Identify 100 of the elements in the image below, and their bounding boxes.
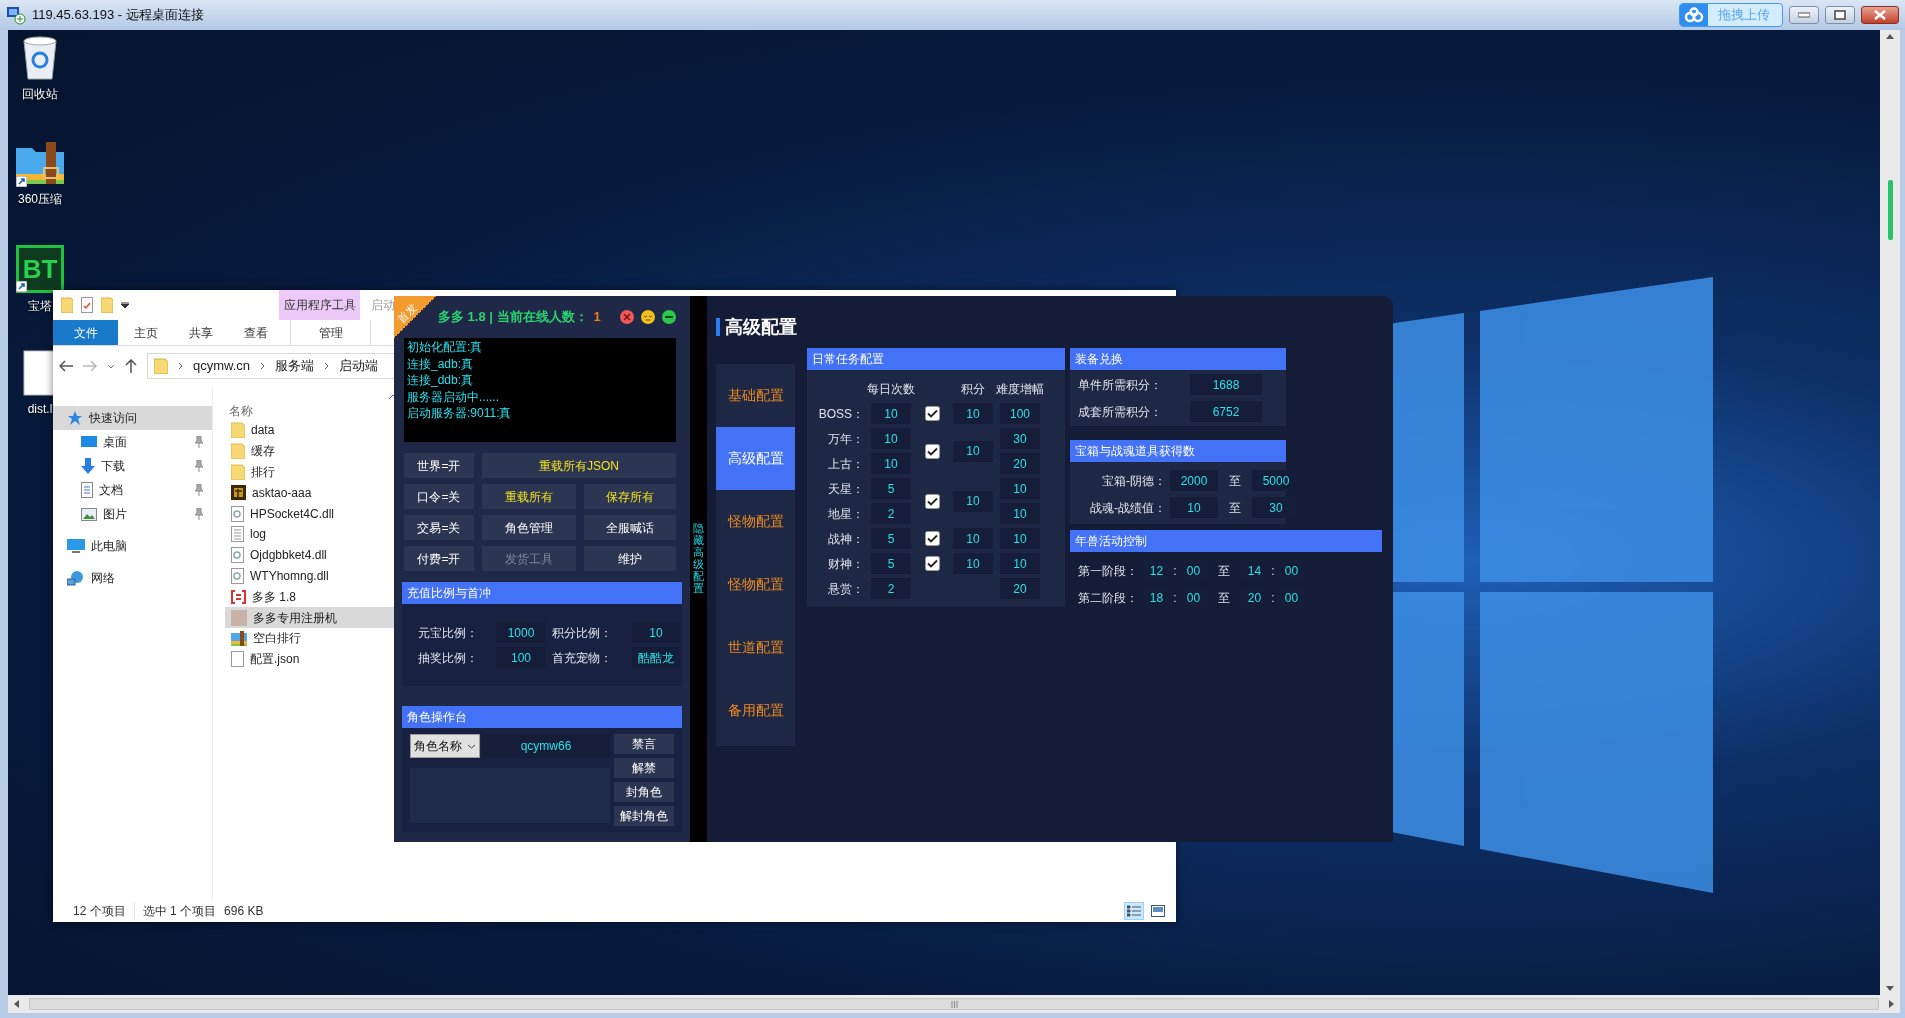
scroll-left-arrow-icon[interactable]	[14, 1000, 19, 1008]
close-button[interactable]	[1861, 6, 1899, 24]
sidebar-tab[interactable]: 世道配置	[716, 616, 795, 679]
horizontal-scrollbar[interactable]	[8, 995, 1900, 1013]
desktop-icon-label[interactable]: dist.l	[27, 400, 53, 418]
customize-dropdown-icon[interactable]	[121, 302, 129, 308]
file-row[interactable]: 多多 1.8	[225, 586, 398, 608]
points-field[interactable]: 10	[953, 553, 993, 574]
value-field[interactable]: 1000	[496, 622, 546, 643]
action-button[interactable]: 世界=开	[404, 453, 474, 478]
action-button[interactable]: 重载所有JSON	[482, 453, 676, 478]
preview-view-button[interactable]	[1148, 902, 1168, 920]
back-arrow-icon[interactable]	[59, 360, 73, 372]
up-arrow-icon[interactable]	[125, 359, 137, 373]
properties-icon[interactable]	[81, 297, 93, 313]
role-select[interactable]: 角色名称	[410, 734, 480, 758]
desktop-icon-label[interactable]: 360压缩	[18, 190, 62, 208]
count-field[interactable]: 10	[871, 453, 911, 474]
details-view-button[interactable]	[1124, 902, 1144, 920]
sidebar-tab[interactable]: 怪物配置	[716, 490, 795, 553]
restore-button[interactable]	[1825, 6, 1855, 24]
nav-item[interactable]: 文档	[53, 478, 212, 502]
action-button[interactable]: 交易=关	[404, 515, 474, 540]
nav-item[interactable]: 网络	[53, 566, 212, 590]
difficulty-field[interactable]: 10	[1000, 478, 1040, 499]
file-row[interactable]: HPSocket4C.dll	[225, 503, 398, 524]
sidebar-tab[interactable]: 高级配置	[716, 427, 795, 490]
vertical-scrollbar[interactable]	[1880, 30, 1900, 995]
sleepy-face-button[interactable]	[641, 310, 655, 324]
close-button[interactable]	[620, 310, 634, 324]
nav-item[interactable]: 桌面	[53, 430, 212, 454]
ribbon-tab[interactable]: 文件	[53, 320, 118, 345]
sidebar-tab[interactable]: 备用配置	[716, 679, 795, 742]
points-field[interactable]: 10	[953, 440, 993, 462]
action-button[interactable]: 保存所有	[584, 484, 676, 509]
points-field[interactable]: 10	[953, 528, 993, 549]
role-button[interactable]: 解封角色	[614, 806, 674, 826]
scroll-right-arrow-icon[interactable]	[1889, 1000, 1894, 1008]
points-field[interactable]: 10	[953, 403, 993, 424]
file-row[interactable]: 空白排行	[225, 627, 398, 649]
count-field[interactable]: 5	[871, 478, 911, 499]
role-button[interactable]: 解禁	[614, 758, 674, 778]
min-field[interactable]: 10	[1170, 497, 1218, 518]
file-row[interactable]: data	[225, 420, 398, 441]
difficulty-field[interactable]: 10	[1000, 503, 1040, 524]
value-field[interactable]: 6752	[1190, 401, 1262, 422]
scroll-thumb[interactable]	[29, 998, 1879, 1010]
breadcrumb-item[interactable]: qcymw.cn	[193, 356, 251, 376]
breadcrumb-item[interactable]: 启动端	[339, 356, 379, 376]
breadcrumb-item[interactable]: 服务端	[275, 356, 315, 376]
scroll-thumb[interactable]	[1888, 180, 1893, 240]
difficulty-field[interactable]: 20	[1000, 453, 1040, 474]
count-field[interactable]: 10	[871, 403, 911, 424]
minimize-button[interactable]	[662, 310, 676, 324]
checkbox[interactable]	[924, 531, 940, 546]
difficulty-field[interactable]: 10	[1000, 528, 1040, 549]
action-button[interactable]: 维护	[584, 546, 676, 571]
scroll-down-arrow-icon[interactable]	[1886, 986, 1894, 991]
checkbox[interactable]	[924, 406, 940, 421]
desktop-icon-label[interactable]: 回收站	[22, 85, 58, 103]
action-button[interactable]: 付费=开	[404, 546, 474, 571]
scroll-up-arrow-icon[interactable]	[1886, 34, 1894, 39]
file-row[interactable]: 排行	[225, 461, 398, 483]
checkbox[interactable]	[924, 556, 940, 571]
file-row[interactable]: Ojdgbbket4.dll	[225, 544, 398, 566]
nav-item[interactable]: 下载	[53, 454, 212, 478]
file-row[interactable]: 缓存	[225, 440, 398, 462]
sidebar-tab[interactable]: 怪物配置	[716, 553, 795, 616]
minimize-button[interactable]	[1789, 6, 1819, 24]
file-row[interactable]: log	[225, 524, 398, 545]
difficulty-field[interactable]: 30	[1000, 428, 1040, 449]
action-button[interactable]: 全服喊话	[584, 515, 676, 540]
role-button[interactable]: 禁言	[614, 734, 674, 754]
difficulty-field[interactable]: 100	[1000, 403, 1040, 424]
value-field[interactable]: 酷酷龙	[632, 647, 680, 668]
sidebar-tab[interactable]: 基础配置	[716, 364, 795, 427]
name-field[interactable]: qcymw66	[482, 734, 610, 758]
count-field[interactable]: 2	[871, 578, 911, 599]
nav-item[interactable]: 快速访问	[53, 406, 212, 430]
nav-item[interactable]: 图片	[53, 502, 212, 526]
checkbox[interactable]	[924, 443, 940, 459]
action-button[interactable]: 重载所有	[482, 484, 576, 509]
desktop-icon-label[interactable]: 宝塔	[28, 297, 52, 315]
role-button[interactable]: 封角色	[614, 782, 674, 802]
value-field[interactable]: 10	[632, 622, 680, 643]
value-field[interactable]: 100	[496, 647, 546, 668]
action-button[interactable]: 口令=关	[404, 484, 474, 509]
difficulty-field[interactable]: 10	[1000, 553, 1040, 574]
min-field[interactable]: 2000	[1170, 470, 1218, 491]
checkbox[interactable]	[924, 493, 940, 509]
difficulty-field[interactable]: 20	[1000, 578, 1040, 599]
column-header[interactable]: 名称	[229, 402, 253, 420]
value-field[interactable]: 1688	[1190, 374, 1262, 395]
file-row[interactable]: 配置.json	[225, 648, 398, 670]
count-field[interactable]: 10	[871, 428, 911, 449]
count-field[interactable]: 5	[871, 553, 911, 574]
count-field[interactable]: 5	[871, 528, 911, 549]
nav-item[interactable]: 此电脑	[53, 534, 212, 558]
ribbon-tab[interactable]: 管理	[290, 320, 371, 345]
action-button[interactable]: 角色管理	[482, 515, 576, 540]
